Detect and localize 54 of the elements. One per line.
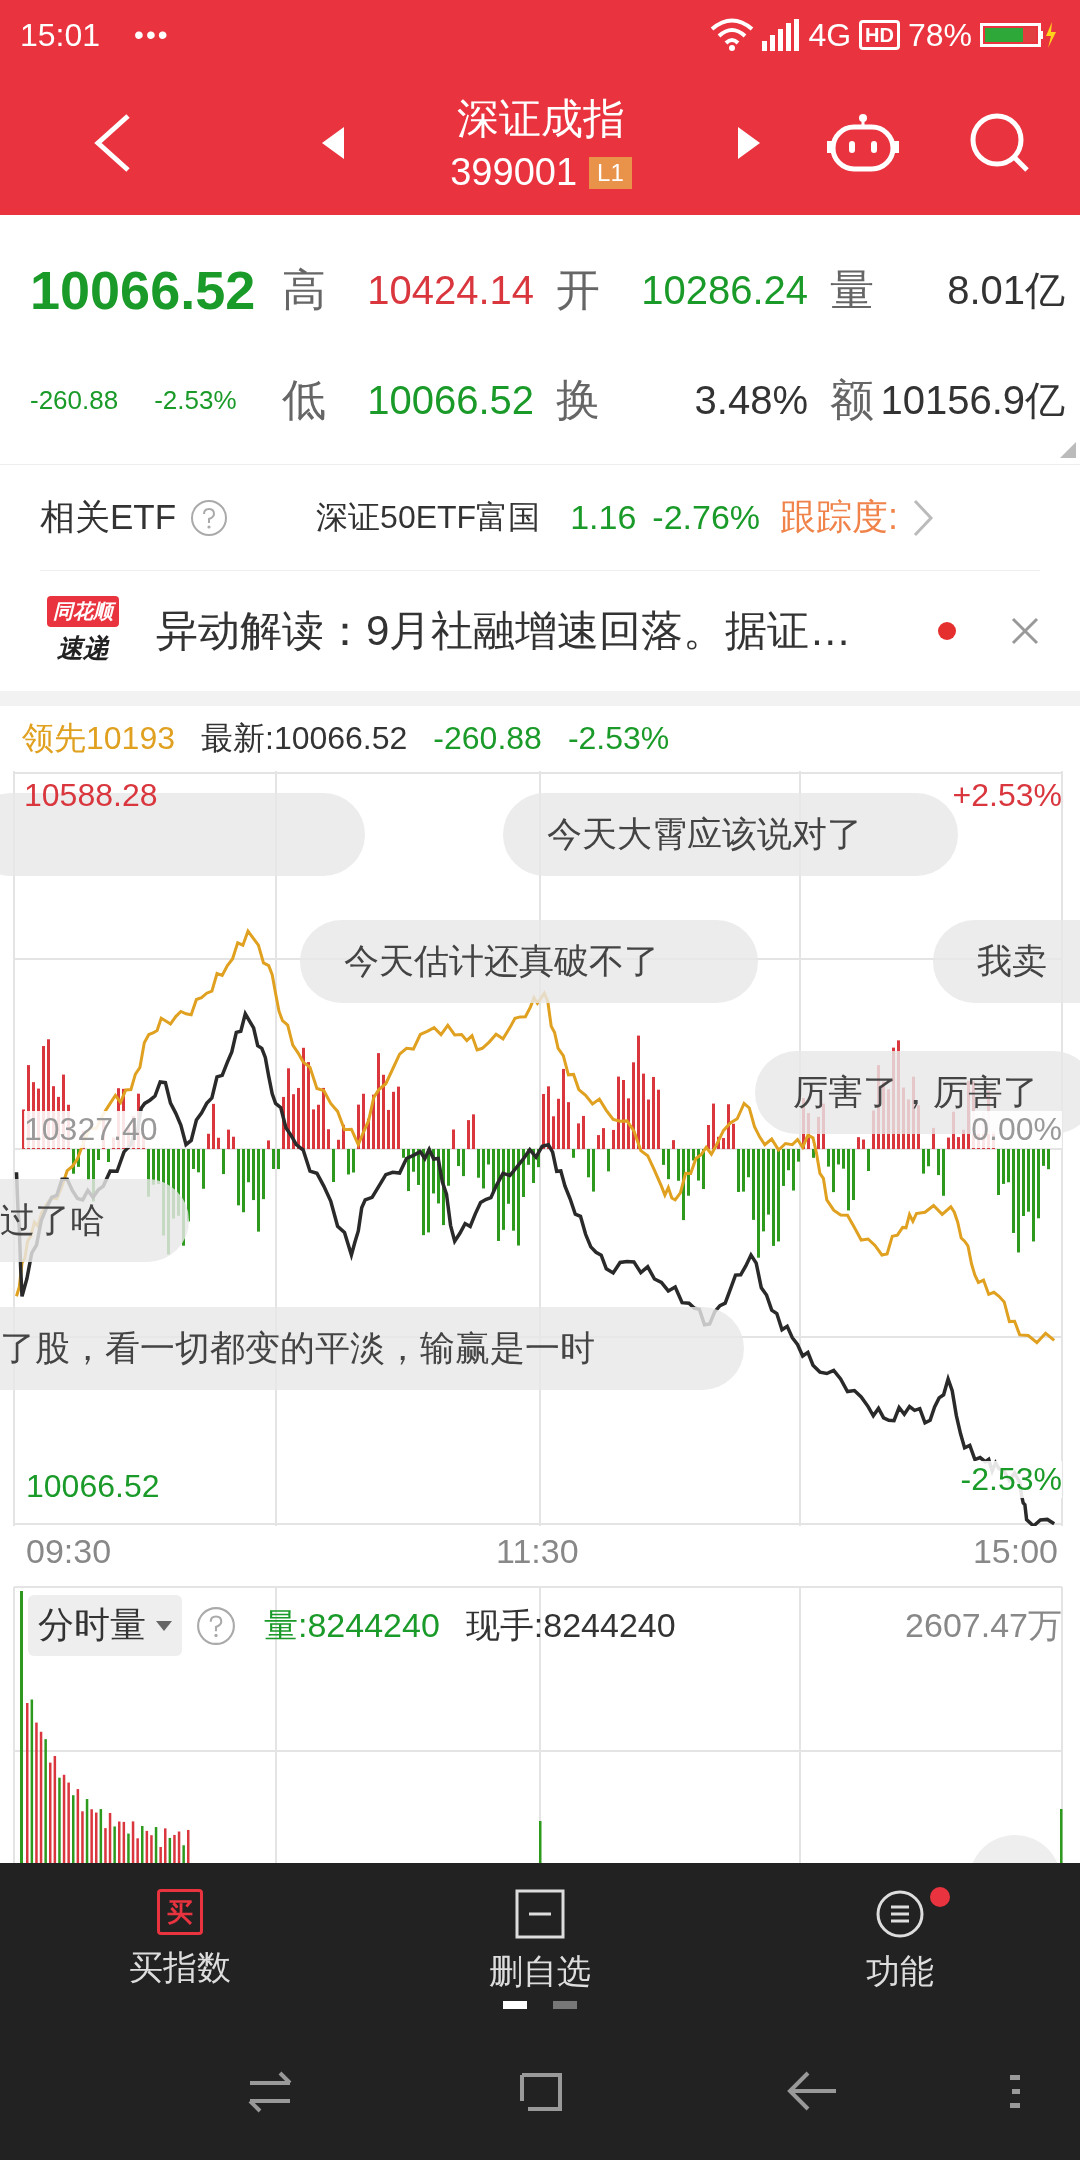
price-change: -260.88 [30,384,119,416]
volume-max-label: 2607.47万 [905,1604,1062,1646]
axis-label: 10588.28 [24,777,158,814]
stat-value: 10066.52 [367,377,534,423]
stat-value: 10286.24 [641,267,808,313]
axis-label: 10327.40 [24,1111,158,1148]
buy-icon: 买 [157,1889,203,1935]
lead-value: 领先10193 [22,718,175,758]
comment-bubble: 过了哈 [0,1179,189,1262]
stat-value: 10424.14 [367,267,534,313]
volume-dropdown[interactable]: 分时量 [28,1595,182,1656]
etf-label: 相关ETF [40,496,177,538]
comment-bubble: 了股，看一切都变的平淡，输赢是一时 [0,1307,744,1390]
current-hand-value: 现手:8244240 [465,1604,676,1646]
axis-label: 0.00% [971,1111,1062,1148]
stat-label: 开 [556,263,600,316]
toolbar-button[interactable]: 删自选 [360,1863,720,2021]
volume-value: 量:8244240 [264,1604,440,1646]
axis-label: -2.53% [960,1461,1062,1498]
level-badge: L1 [589,156,632,189]
battery-percent: 78% [907,16,972,54]
comment-bubble: 今天估计还真破不了 [300,920,758,1003]
latest-value: 最新:10066.52 [201,718,408,758]
index-title: 深证成指 [457,94,625,144]
time-label: 11:30 [496,1532,579,1571]
hd-badge: HD [859,20,900,50]
comment-bubble: 我卖 [933,920,1080,1003]
toolbar-button[interactable]: 买 买指数 [0,1863,360,2021]
news-headline[interactable]: 异动解读：9月社融增速回落。据证… [156,603,908,659]
stat-label: 量 [830,263,874,316]
time-label: 09:30 [26,1532,112,1571]
current-price: 10066.52 [30,259,257,321]
stat-label: 低 [282,373,326,426]
stat-value: 3.48% [694,377,808,423]
legend-change: -260.88 [433,720,542,757]
toolbar-button[interactable]: 功能 [720,1863,1080,2021]
stat-value: 8.01亿 [947,266,1065,314]
percent-change: -2.53% [154,384,237,416]
news-logo: 同花顺 速递 [40,596,126,666]
index-code: 399001 [450,151,578,194]
stat-value: 10156.9亿 [880,376,1065,424]
more-dots: ••• [134,19,170,51]
stat-label: 额 [830,373,874,426]
tracking-label: 跟踪度: [780,495,899,539]
network-label: 4G [808,16,852,54]
axis-label: 10066.52 [26,1468,160,1505]
etf-name[interactable]: 深证50ETF富国 [316,495,541,540]
stat-label: 换 [556,373,600,426]
etf-price: 1.16 [570,498,637,537]
time-label: 15:00 [972,1532,1058,1571]
etf-change: -2.76% [652,498,761,537]
legend-percent: -2.53% [567,720,670,757]
stat-label: 高 [282,263,326,316]
clock: 15:01 [20,16,101,54]
